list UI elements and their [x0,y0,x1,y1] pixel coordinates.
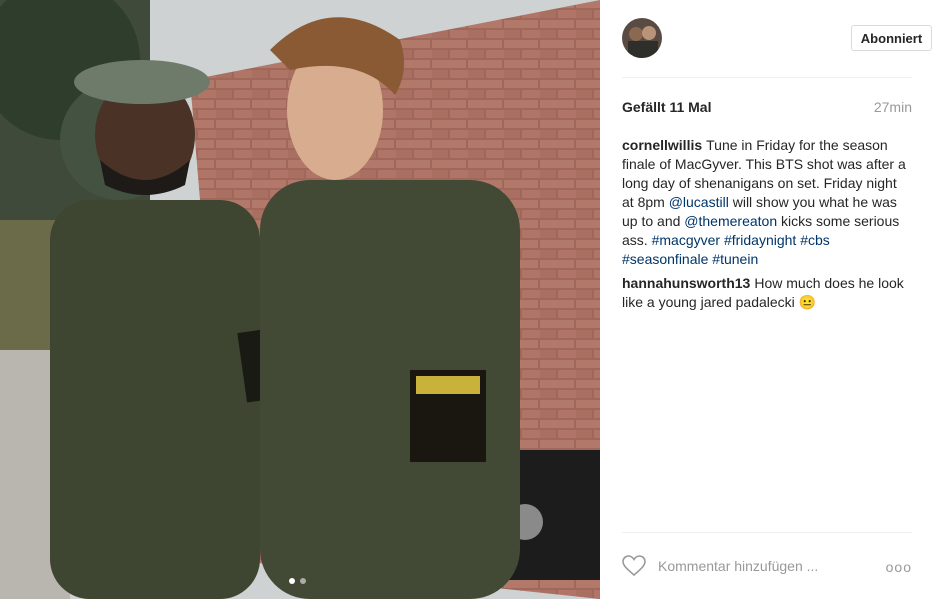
post-photo[interactable] [0,0,600,599]
post-header: Abonniert [622,18,932,62]
add-comment-row: Kommentar hinzufügen ... ooo [622,553,912,581]
carousel-dot[interactable] [300,578,306,584]
heart-icon[interactable] [622,555,646,577]
likes-count[interactable]: Gefällt 11 Mal [622,99,711,115]
carousel-dot[interactable] [289,578,295,584]
avatar[interactable] [622,18,662,58]
more-options-icon[interactable]: ooo [886,559,912,575]
avatar-image [622,18,662,58]
likes-row: Gefällt 11 Mal 27min [622,99,912,117]
follow-button[interactable]: Abonniert [851,25,932,51]
hashtag-link[interactable]: #seasonfinale [622,251,708,267]
comment: hannahunsworth13 How much does he look li… [622,274,912,312]
divider [622,532,912,533]
divider [622,77,912,78]
carousel-dots[interactable] [289,578,306,584]
caption: cornellwillis Tune in Friday for the seas… [622,136,912,269]
caption-username[interactable]: cornellwillis [622,137,702,153]
hashtag-link[interactable]: #cbs [800,232,830,248]
hashtag-link[interactable]: #macgyver [652,232,720,248]
mention-link[interactable]: @themereaton [684,213,777,229]
comment-input[interactable]: Kommentar hinzufügen ... [658,558,818,574]
mention-link[interactable]: @lucastill [669,194,729,210]
comment-username[interactable]: hannahunsworth13 [622,275,750,291]
post-details-panel: Abonniert Gefällt 11 Mal 27min cornellwi… [600,0,934,599]
post-time[interactable]: 27min [874,99,912,115]
instagram-post: Abonniert Gefällt 11 Mal 27min cornellwi… [0,0,934,599]
hashtag-link[interactable]: #fridaynight [724,232,796,248]
photo-illustration [0,0,600,599]
comment-list: cornellwillis Tune in Friday for the seas… [622,136,912,317]
hashtag-link[interactable]: #tunein [712,251,758,267]
